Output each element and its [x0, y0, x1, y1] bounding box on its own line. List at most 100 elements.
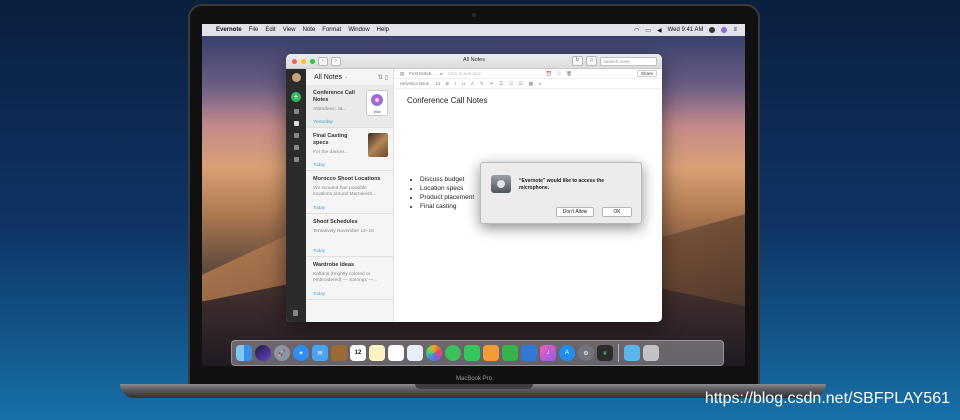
settings-icon[interactable]: ⚙: [578, 345, 594, 361]
delete-icon[interactable]: 🗑: [566, 71, 572, 77]
text-color-icon[interactable]: A: [471, 81, 474, 86]
mail-icon[interactable]: ✉: [312, 345, 328, 361]
list-item[interactable]: Final casting: [420, 202, 474, 211]
close-button[interactable]: [292, 58, 297, 64]
list-item[interactable]: Product placement: [420, 193, 474, 202]
menu-note[interactable]: Note: [303, 27, 316, 33]
chevron-down-icon[interactable]: ⌄: [344, 74, 348, 80]
calendar-icon[interactable]: 12: [350, 345, 366, 361]
forward-button[interactable]: ›: [331, 56, 341, 66]
volume-icon[interactable]: ◀: [657, 27, 662, 34]
editor-header: ▤ First Noteb... ⌀ Click to add tags ⏰ ⓘ…: [394, 69, 662, 79]
dont-allow-button[interactable]: Don't Allow: [556, 207, 594, 217]
note-date: Today: [313, 248, 326, 253]
menu-edit[interactable]: Edit: [265, 27, 275, 33]
menu-help[interactable]: Help: [377, 27, 389, 33]
list-item[interactable]: Discuss budget: [420, 175, 474, 184]
airplay-icon[interactable]: ▭: [645, 27, 651, 34]
list-item[interactable]: Morocco Shoot Locations We scouted four …: [306, 171, 393, 214]
dock: 🚀 ✦ ✉ 12 ♪ A ⚙ ❦: [231, 340, 724, 366]
notebook-selector[interactable]: First Noteb...: [409, 71, 435, 76]
folder-icon[interactable]: [624, 345, 640, 361]
share-button[interactable]: Share: [636, 70, 657, 77]
note-list-title[interactable]: All Notes: [314, 74, 342, 81]
note-date: Yesterday: [313, 119, 333, 124]
back-button[interactable]: ‹: [318, 56, 328, 66]
underline-icon[interactable]: U: [462, 81, 465, 86]
menu-app-name[interactable]: Evernote: [216, 27, 242, 33]
notes-icon[interactable]: [293, 121, 299, 126]
bullet-list-icon[interactable]: ☰: [499, 81, 503, 87]
list-item[interactable]: Shoot Schedules Tentatively November 12–…: [306, 214, 393, 257]
numbers-icon[interactable]: [502, 345, 518, 361]
list-item[interactable]: Location specs: [420, 184, 474, 193]
menu-window[interactable]: Window: [348, 27, 369, 33]
font-size-select[interactable]: 14: [435, 81, 440, 86]
note-title: Shoot Schedules: [313, 219, 358, 225]
note-list-header: All Notes ⌄ ⇅ ▯: [306, 69, 393, 85]
notebook-icon: ▤: [400, 70, 405, 76]
search-input[interactable]: Search notes: [600, 56, 657, 66]
menu-format[interactable]: Format: [322, 27, 341, 33]
photos-icon[interactable]: [407, 345, 423, 361]
note-title-heading[interactable]: Conference Call Notes: [407, 96, 662, 105]
notification-center-icon[interactable]: ≡: [733, 27, 737, 33]
list-item[interactable]: Wardrobe Ideas Kaftans (brightly colored…: [306, 257, 393, 300]
photos-color-icon[interactable]: [426, 345, 442, 361]
avatar[interactable]: [291, 73, 301, 82]
italic-icon[interactable]: I: [455, 81, 456, 86]
reminders-icon[interactable]: [388, 345, 404, 361]
highlight-icon[interactable]: ✎: [480, 81, 484, 87]
shortcuts-icon[interactable]: [293, 109, 299, 114]
sort-icon[interactable]: ⇅ ▯: [378, 74, 388, 81]
bell-icon[interactable]: ♫: [586, 56, 597, 66]
facetime-icon[interactable]: [464, 345, 480, 361]
list-item[interactable]: Conference Call Notes Attendees: Ja... Y…: [306, 85, 393, 128]
tags-icon[interactable]: [293, 157, 299, 162]
wifi-icon[interactable]: ◠: [634, 27, 639, 34]
safari-icon[interactable]: ✦: [293, 345, 309, 361]
info-icon[interactable]: ⓘ: [557, 71, 562, 77]
stickies-icon[interactable]: [369, 345, 385, 361]
list-item[interactable]: Final Casting specs For the dancer... To…: [306, 128, 393, 171]
clock[interactable]: Wed 9:41 AM: [668, 27, 704, 33]
table-icon[interactable]: ▦: [529, 81, 533, 87]
notes-app-icon[interactable]: [331, 345, 347, 361]
trash-icon[interactable]: [643, 345, 659, 361]
menu-file[interactable]: File: [249, 27, 259, 33]
zoom-button[interactable]: [310, 58, 315, 64]
minimize-button[interactable]: [301, 58, 306, 64]
bold-icon[interactable]: B: [446, 81, 449, 86]
desktop-screen: Evernote File Edit View Note Format Wind…: [202, 24, 745, 366]
font-select[interactable]: Helvetica Neue: [400, 81, 429, 86]
sync-icon[interactable]: ↻: [572, 56, 583, 66]
tag-input[interactable]: Click to add tags: [448, 71, 481, 76]
keynote-icon[interactable]: [521, 345, 537, 361]
link-icon[interactable]: ⚭: [490, 81, 494, 87]
siri-icon[interactable]: [721, 27, 728, 33]
search-icon[interactable]: [709, 27, 716, 33]
tag-icon: ⌀: [440, 70, 443, 76]
launchpad-icon[interactable]: 🚀: [274, 345, 290, 361]
reminder-icon[interactable]: ⏰: [546, 71, 552, 77]
appstore-icon[interactable]: A: [559, 345, 575, 361]
siri-icon[interactable]: [255, 345, 271, 361]
new-note-button[interactable]: +: [291, 92, 301, 102]
ok-button[interactable]: OK: [602, 207, 632, 217]
finder-icon[interactable]: [236, 345, 252, 361]
numbered-list-icon[interactable]: ☷: [509, 81, 513, 87]
pages-icon[interactable]: [483, 345, 499, 361]
note-bullet-list[interactable]: Discuss budget Location specs Product pl…: [414, 175, 474, 211]
menu-bar: Evernote File Edit View Note Format Wind…: [202, 24, 745, 36]
align-icon[interactable]: ≡: [539, 81, 542, 86]
evernote-icon[interactable]: ❦: [597, 345, 613, 361]
menu-view[interactable]: View: [283, 27, 296, 33]
format-toolbar: Helvetica Neue 14 B I U A ✎ ⚭ ☰ ☷ ☑ ▦ ≡: [394, 79, 662, 89]
checkbox-icon[interactable]: ☑: [519, 81, 523, 87]
messages-icon[interactable]: [445, 345, 461, 361]
shared-icon[interactable]: [293, 145, 299, 150]
music-icon[interactable]: ♪: [540, 345, 556, 361]
note-date: Today: [313, 291, 326, 296]
notebooks-icon[interactable]: [293, 133, 299, 138]
trash-icon[interactable]: [293, 310, 298, 316]
